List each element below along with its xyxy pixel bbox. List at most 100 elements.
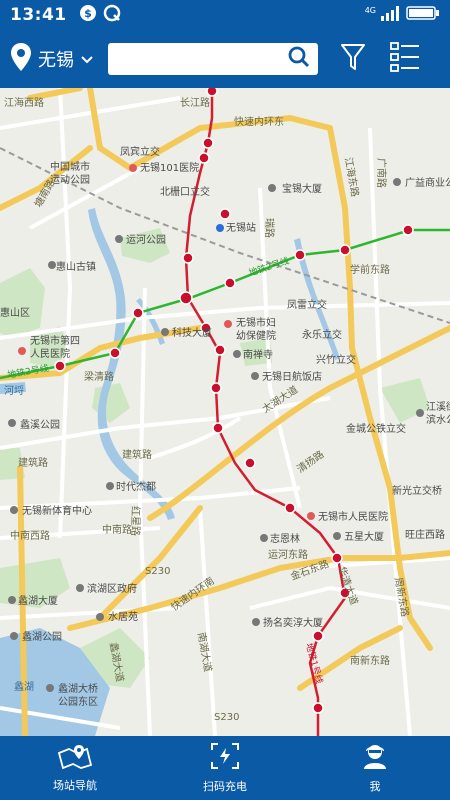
place-label: 兴竹立交	[316, 353, 356, 366]
metro-station-transfer[interactable]	[179, 291, 193, 305]
place-label: 无锡日航饭店	[262, 370, 322, 383]
header-toolbar: 无锡	[0, 30, 450, 88]
list-icon	[390, 42, 419, 72]
place-label: 滨湖区政府	[87, 582, 137, 595]
place-label: 扬名奕淳大厦	[263, 616, 323, 629]
hospital-icon[interactable]	[18, 347, 26, 355]
place-label: 蠡溪公园	[20, 418, 60, 431]
metro-station[interactable]	[339, 244, 351, 256]
building-icon[interactable]	[106, 482, 114, 490]
place-label: 金城公铁立交	[346, 422, 406, 435]
nav-scan-charge[interactable]: 扫码充电	[150, 736, 300, 800]
building-icon[interactable]	[8, 596, 16, 604]
metro-station[interactable]	[132, 307, 144, 319]
road-label: 梁清路	[84, 370, 114, 383]
hospital-icon[interactable]	[307, 512, 315, 520]
metro-station[interactable]	[206, 88, 218, 97]
list-view-button[interactable]	[390, 41, 420, 77]
place-label: 无锡市人民医院	[318, 510, 388, 523]
metro-station[interactable]	[202, 137, 214, 149]
building-icon[interactable]	[260, 534, 268, 542]
building-icon[interactable]	[161, 328, 169, 336]
road-label: 中南路	[102, 523, 132, 536]
park-icon[interactable]	[10, 632, 18, 640]
place-label: 水居苑	[108, 610, 138, 623]
place-label: 江溪街道	[426, 400, 450, 413]
metro-station[interactable]	[109, 347, 121, 359]
metro-station[interactable]	[284, 502, 296, 514]
hospital-icon[interactable]	[224, 320, 232, 328]
metro-station[interactable]	[331, 552, 343, 564]
place-label: 幼保健院	[236, 329, 276, 342]
metro-station[interactable]	[244, 457, 256, 469]
building-icon[interactable]	[333, 532, 341, 540]
road-label: 江海西路	[4, 96, 44, 109]
park-icon[interactable]	[416, 409, 424, 417]
status-bar: 13:41 $ 4G	[0, 0, 450, 30]
building-icon[interactable]	[268, 184, 276, 192]
metro-station[interactable]	[312, 630, 324, 642]
road-label: 运河东路	[268, 548, 308, 561]
park-icon[interactable]	[115, 235, 123, 243]
nav-label: 场站导航	[53, 779, 97, 792]
place-label: 北栅口立交	[160, 185, 210, 198]
place-label: 五星大厦	[344, 530, 384, 543]
train-station-icon[interactable]	[216, 224, 224, 232]
road-label: 学前东路	[350, 263, 390, 276]
map-view[interactable]: 凤宾立交 无锡101医院 北栅口立交 宝锡大厦 广益商业公园 无锡站 运河公园 …	[0, 88, 450, 736]
place-label: 蠡湖大桥	[58, 682, 98, 695]
building-icon[interactable]	[96, 613, 104, 621]
place-label: 运河公园	[126, 234, 166, 246]
city-selector[interactable]: 无锡	[10, 42, 94, 76]
building-icon[interactable]	[393, 178, 401, 186]
place-label: 惠山古镇	[56, 260, 96, 273]
metro-station[interactable]	[312, 702, 324, 714]
road-label: 建筑路	[18, 456, 48, 469]
place-label: 蠡湖大厦	[18, 594, 58, 607]
place-label: 滨水公园	[426, 413, 450, 426]
road-label: S230	[214, 712, 239, 723]
metro-station[interactable]	[214, 344, 226, 356]
stadium-icon[interactable]	[10, 506, 18, 514]
scan-charge-icon	[210, 742, 240, 774]
place-label: 无锡新体育中心	[22, 504, 92, 517]
metro-station[interactable]	[212, 422, 224, 434]
metro-station[interactable]	[198, 152, 210, 164]
metro-station[interactable]	[219, 208, 231, 220]
lake-label: 蠡湖	[14, 680, 34, 693]
place-label: 宝锡大厦	[282, 182, 322, 195]
notification-app-icon: $	[79, 4, 97, 27]
filter-button[interactable]	[340, 42, 366, 76]
map-canvas[interactable]: 凤宾立交 无锡101医院 北栅口立交 宝锡大厦 广益商业公园 无锡站 运河公园 …	[0, 88, 450, 736]
search-input[interactable]	[99, 43, 288, 75]
poi-icon[interactable]	[48, 261, 56, 269]
park-icon[interactable]	[8, 419, 16, 427]
nav-station-navigation[interactable]: 场站导航	[0, 736, 150, 800]
government-icon[interactable]	[76, 584, 84, 592]
battery-icon	[406, 5, 440, 26]
place-label: 广益商业公园	[405, 176, 450, 189]
status-app-icons: $	[79, 4, 121, 27]
hospital-icon[interactable]	[129, 164, 137, 172]
building-icon[interactable]	[252, 618, 260, 626]
place-label: 旺庄西路	[405, 528, 445, 541]
temple-icon[interactable]	[233, 350, 241, 358]
network-type: 4G	[364, 6, 376, 15]
metro-station[interactable]	[182, 252, 194, 264]
metro-station[interactable]	[54, 360, 66, 372]
place-label: 无锡站	[226, 221, 256, 234]
search-icon[interactable]	[288, 46, 310, 72]
park-icon[interactable]	[46, 684, 54, 692]
metro-station[interactable]	[224, 277, 236, 289]
status-time: 13:41	[10, 5, 67, 25]
nav-label: 扫码充电	[203, 780, 247, 793]
location-pin-icon	[10, 42, 32, 76]
road-label: 快速内环东	[234, 115, 284, 128]
metro-station[interactable]	[294, 249, 306, 261]
metro-station[interactable]	[210, 382, 222, 394]
hotel-icon[interactable]	[251, 372, 259, 380]
road-label: 建筑路	[122, 448, 152, 461]
place-label: 永乐立交	[302, 328, 342, 341]
nav-me[interactable]: 我	[300, 736, 450, 800]
metro-station[interactable]	[402, 224, 414, 236]
